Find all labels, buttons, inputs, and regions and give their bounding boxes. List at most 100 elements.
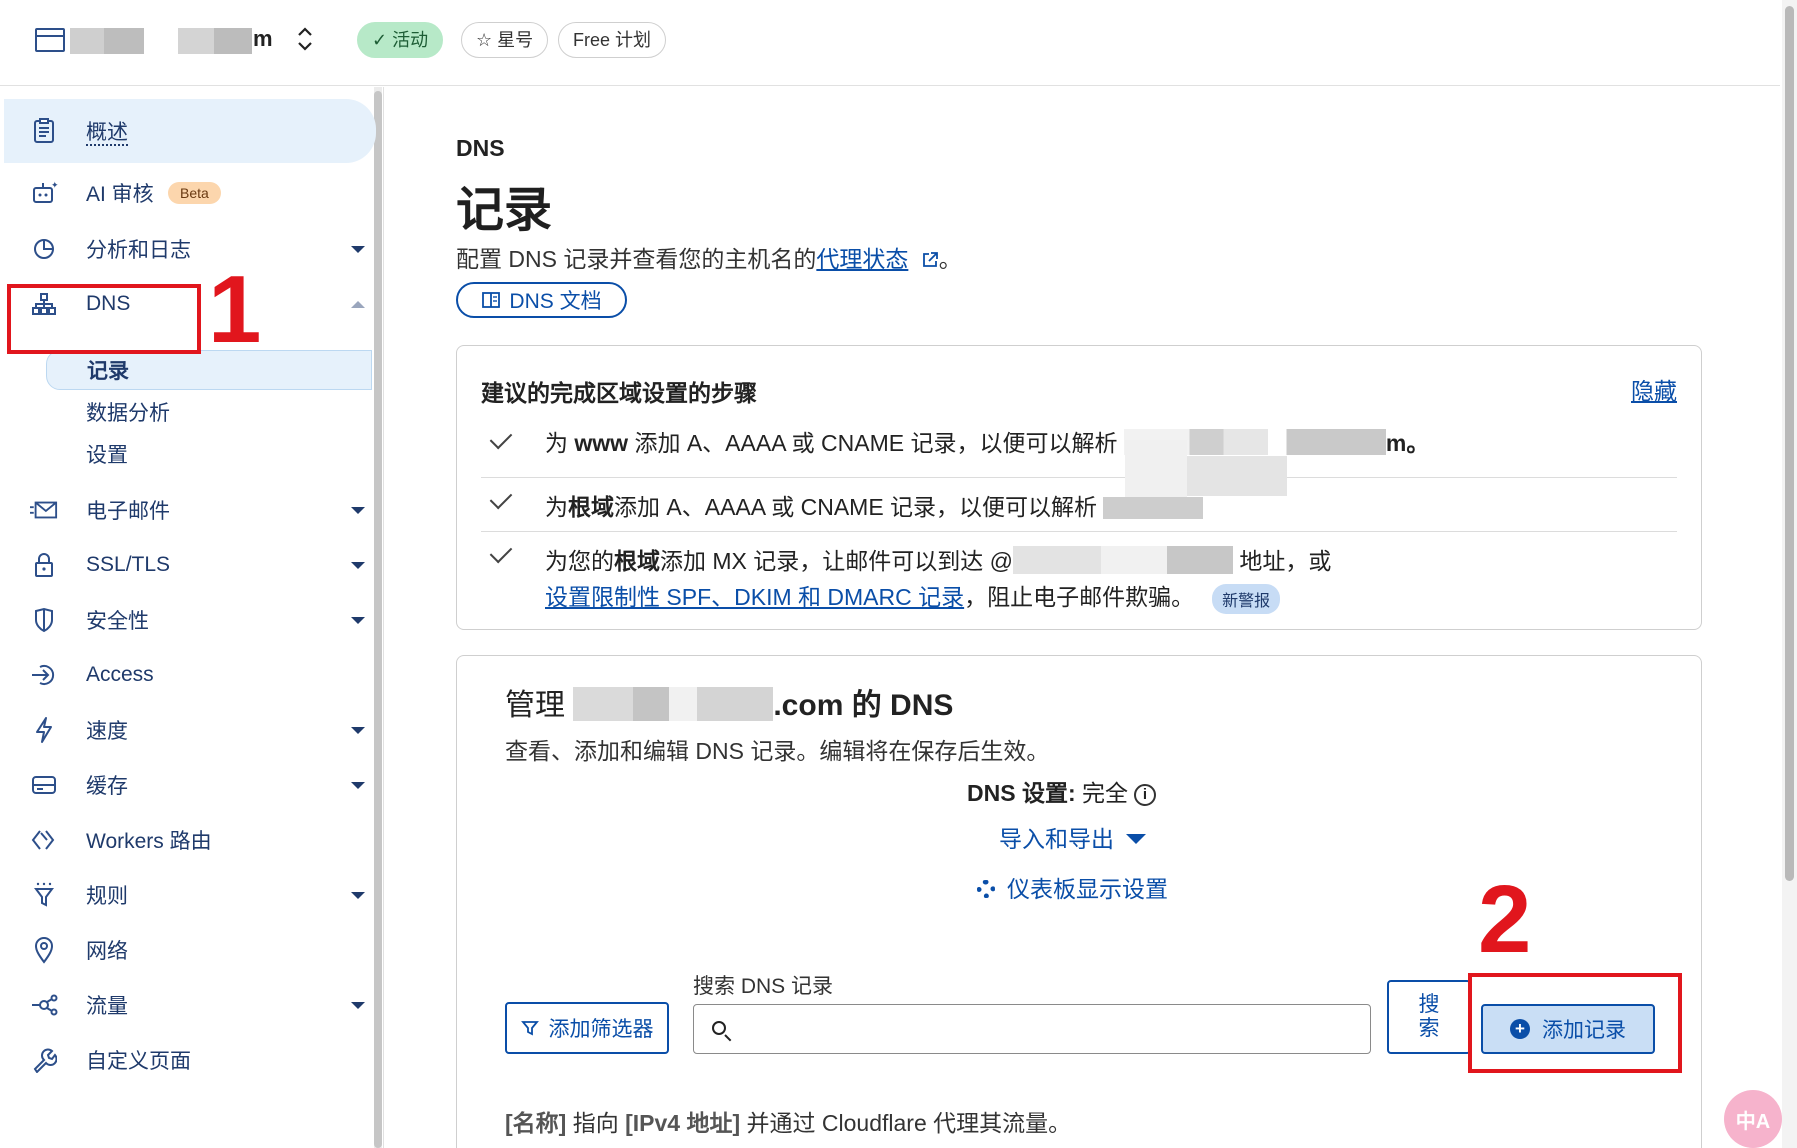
chevron-down-icon <box>351 561 365 569</box>
annotation-number-2: 2 <box>1478 866 1532 973</box>
sidebar-item-label: 缓存 <box>86 775 128 798</box>
step-item: 为 www 添加 A、AAAA 或 CNAME 记录，以便可以解析 m。 <box>481 424 1677 478</box>
storage-icon <box>30 771 58 799</box>
sidebar-item-access[interactable]: Access <box>0 647 372 703</box>
robot-icon: ✦ <box>30 179 58 207</box>
import-export-dropdown[interactable]: 导入和导出 <box>999 820 1146 854</box>
plan-badge[interactable]: Free 计划 <box>558 22 667 58</box>
funnel-icon <box>30 881 58 909</box>
chevron-up-icon <box>351 300 365 308</box>
book-icon <box>482 292 501 308</box>
svg-text:✦: ✦ <box>51 180 58 190</box>
setup-steps-card: 建议的完成区域设置的步骤 隐藏 为 www 添加 A、AAAA 或 CNAME … <box>456 345 1702 630</box>
annotation-box-1 <box>7 284 201 354</box>
proxy-status-link[interactable]: 代理状态 <box>816 246 908 272</box>
sidebar-item-label: 流量 <box>86 995 128 1018</box>
domain-suffix: m <box>253 26 273 51</box>
sidebar-item-overview[interactable]: 概述 <box>4 99 376 163</box>
redacted-domain <box>573 687 774 721</box>
sidebar-item-speed[interactable]: 速度 <box>0 702 372 758</box>
search-input[interactable] <box>693 1004 1371 1054</box>
location-icon <box>30 936 58 964</box>
chevron-down-icon <box>351 245 365 253</box>
dns-docs-button[interactable]: DNS 文档 <box>456 282 627 318</box>
star-button[interactable]: ☆ 星号 <box>461 22 549 58</box>
sidebar-subitem-analytics[interactable]: 数据分析 <box>46 392 372 432</box>
sidebar-item-label: 自定义页面 <box>86 1050 191 1073</box>
caret-down-icon <box>1126 834 1146 844</box>
new-alert-badge: 新警报 <box>1212 583 1281 614</box>
sidebar-item-label: SSL/TLS <box>86 553 171 576</box>
sidebar-item-label: Access <box>86 663 154 686</box>
chevron-down-icon <box>351 616 365 624</box>
sidebar-item-label: 速度 <box>86 720 128 743</box>
website-icon <box>35 28 65 52</box>
sidebar: 概述 ✦ AI 审核 Beta 分析和日志 DNS 记录 数据分析 设置 电子邮… <box>0 87 384 1148</box>
sidebar-item-label: 网络 <box>86 940 128 963</box>
page-title: 记录 <box>456 184 553 237</box>
network-icon <box>30 991 58 1019</box>
page-scrollbar[interactable] <box>1785 6 1794 881</box>
sidebar-item-label: 安全性 <box>86 610 149 633</box>
sidebar-item-workers-routes[interactable]: Workers 路由 <box>0 812 372 868</box>
manage-description: 查看、添加和编辑 DNS 记录。编辑将在保存后生效。 <box>505 738 1050 764</box>
check-icon <box>489 486 513 510</box>
access-icon <box>30 661 58 689</box>
sidebar-item-email[interactable]: 电子邮件 <box>0 482 372 538</box>
star-icon: ☆ <box>476 30 493 50</box>
beta-badge: Beta <box>168 182 221 204</box>
dns-setting: DNS 设置: 完全 i <box>967 774 1157 808</box>
search-label: 搜索 DNS 记录 <box>693 975 834 998</box>
search-button[interactable]: 搜索 <box>1387 980 1471 1054</box>
search-icon <box>712 1021 726 1035</box>
add-filter-button[interactable]: 添加筛选器 <box>505 1002 669 1054</box>
info-icon[interactable]: i <box>1134 784 1157 806</box>
sidebar-subitem-settings[interactable]: 设置 <box>46 434 372 474</box>
sidebar-item-analytics[interactable]: 分析和日志 <box>0 221 372 277</box>
card-heading: 建议的完成区域设置的步骤 <box>481 380 757 406</box>
status-badge-active: ✓ 活动 <box>357 22 444 58</box>
sidebar-item-label: 分析和日志 <box>86 239 191 262</box>
lightning-icon <box>30 716 58 744</box>
external-link-icon <box>922 252 938 267</box>
breadcrumb: DNS <box>456 135 505 161</box>
annotation-box-2 <box>1468 973 1682 1073</box>
chevron-down-icon <box>351 891 365 899</box>
sidebar-item-network[interactable]: 网络 <box>0 922 372 978</box>
sidebar-item-ssl[interactable]: SSL/TLS <box>0 537 372 593</box>
chevron-down-icon <box>351 726 365 734</box>
shield-icon <box>30 606 58 634</box>
manage-title: 管理 .com 的 DNS <box>505 687 954 722</box>
sidebar-item-ai-audit[interactable]: ✦ AI 审核 Beta <box>0 165 372 221</box>
switch-zone-icon[interactable] <box>296 24 314 54</box>
check-icon <box>489 540 513 564</box>
check-icon <box>489 426 513 450</box>
sidebar-item-custom-pages[interactable]: 自定义页面 <box>0 1032 372 1088</box>
sidebar-item-rules[interactable]: 规则 <box>0 867 372 923</box>
sidebar-item-security[interactable]: 安全性 <box>0 592 372 648</box>
dashboard-display-settings-link[interactable]: 仪表板显示设置 <box>977 870 1168 904</box>
sidebar-item-label: 规则 <box>86 885 128 908</box>
hide-link[interactable]: 隐藏 <box>1631 372 1677 406</box>
step-item: 为根域添加 A、AAAA 或 CNAME 记录，以便可以解析 <box>481 478 1677 532</box>
step-item: 为您的根域添加 MX 记录，让邮件可以到达 @ 地址，或 设置限制性 SPF、D… <box>481 532 1677 618</box>
clipboard-icon <box>30 117 58 145</box>
gear-icon <box>977 880 995 898</box>
sidebar-item-label: Workers 路由 <box>86 830 212 853</box>
sidebar-item-traffic[interactable]: 流量 <box>0 977 372 1033</box>
check-icon: ✓ <box>372 30 388 50</box>
wrench-icon <box>30 1046 58 1074</box>
redacted-hostname <box>1103 497 1204 519</box>
sidebar-scrollbar[interactable] <box>374 91 382 1148</box>
chevron-down-icon <box>351 506 365 514</box>
top-bar: m ✓ 活动 ☆ 星号 Free 计划 <box>0 0 1780 86</box>
annotation-number-1: 1 <box>208 256 262 363</box>
email-icon <box>30 496 58 524</box>
record-hint: [名称] 指向 [IPv4 地址] 并通过 Cloudflare 代理其流量。 <box>505 1110 1072 1136</box>
sidebar-item-cache[interactable]: 缓存 <box>0 757 372 813</box>
spf-dkim-dmarc-link[interactable]: 设置限制性 SPF、DKIM 和 DMARC 记录 <box>545 584 964 610</box>
sidebar-item-label: AI 审核 <box>86 183 154 206</box>
filter-icon <box>520 1021 539 1036</box>
translate-button[interactable]: 中A <box>1724 1090 1782 1148</box>
pie-chart-icon <box>30 235 58 263</box>
